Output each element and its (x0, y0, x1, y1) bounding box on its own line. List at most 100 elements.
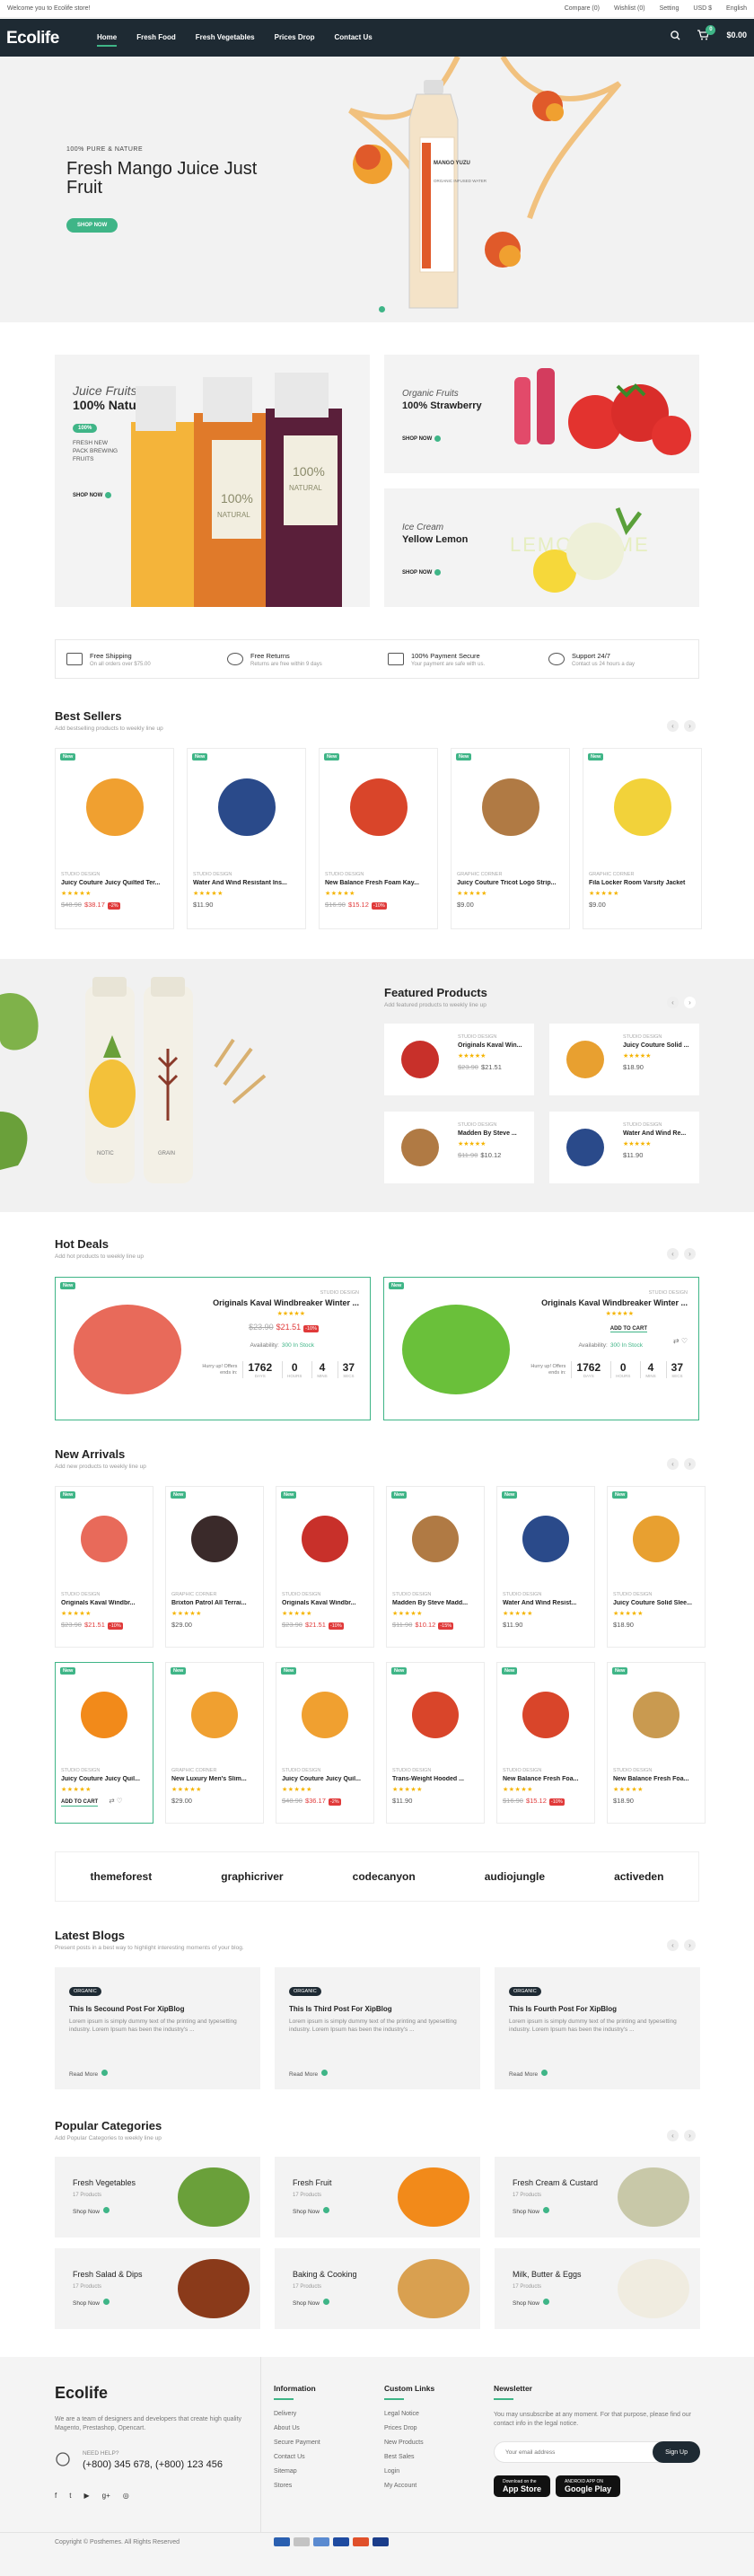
language-dropdown[interactable]: English (726, 5, 747, 12)
product-card[interactable]: New STUDIO DESIGN Trans-Weight Hooded ... ★… (386, 1662, 485, 1824)
slider-dot-active[interactable] (379, 306, 385, 312)
category-card[interactable]: Milk, Butter & Eggs 17 Products Shop Now (495, 2248, 700, 2329)
menu-fresh-food[interactable]: Fresh Food (136, 33, 176, 47)
product-image[interactable] (166, 1503, 263, 1575)
banner-icecream-shop-link[interactable]: SHOP NOW (402, 569, 442, 576)
footer-link[interactable]: Delivery (274, 2411, 320, 2417)
category-card[interactable]: Baking & Cooking 17 Products Shop Now (275, 2248, 480, 2329)
footer-link[interactable]: New Products (384, 2440, 434, 2446)
app-store-button[interactable]: Download on the App Store (494, 2475, 551, 2497)
banner-juice-shop-link[interactable]: SHOP NOW (73, 492, 112, 498)
product-name[interactable]: New Balance Fresh Foa... (503, 1776, 591, 1782)
wishlist-link[interactable]: Wishlist (0) (614, 5, 645, 12)
product-card[interactable]: New STUDIO DESIGN Juicy Couture Juicy Quil… (276, 1662, 374, 1824)
product-name[interactable]: Water And Wind Resistant Ins... (193, 880, 302, 886)
product-card[interactable]: New STUDIO DESIGN New Balance Fresh Foa...… (496, 1662, 595, 1824)
setting-dropdown[interactable]: Setting (660, 5, 679, 12)
product-image[interactable] (387, 1679, 484, 1751)
product-image[interactable] (452, 767, 569, 848)
product-name[interactable]: Juicy Couture Juicy Quilted Ter... (61, 880, 170, 886)
footer-link[interactable]: Best Sales (384, 2454, 434, 2460)
product-image[interactable] (56, 1679, 153, 1751)
product-image[interactable] (608, 1679, 705, 1751)
category-shop-link[interactable]: Shop Now (73, 2299, 110, 2307)
product-card[interactable]: New STUDIO DESIGN Madden By Steve Madd... ★… (386, 1486, 485, 1648)
category-shop-link[interactable]: Shop Now (73, 2207, 110, 2215)
product-image[interactable] (387, 1503, 484, 1575)
menu-home[interactable]: Home (97, 33, 118, 47)
category-shop-link[interactable]: Shop Now (513, 2207, 549, 2215)
twitter-icon[interactable]: t (69, 2492, 71, 2500)
prev-arrow-icon[interactable]: ‹ (667, 2130, 679, 2141)
product-card[interactable]: New STUDIO DESIGN Originals Kaval Windbr..… (276, 1486, 374, 1648)
currency-dropdown[interactable]: USD $ (693, 5, 712, 12)
newsletter-email-input[interactable] (494, 2441, 662, 2463)
compare-icon[interactable]: ⇄ (107, 1797, 116, 1805)
category-name[interactable]: Fresh Fruit (293, 2178, 332, 2187)
footer-link[interactable]: Contact Us (274, 2454, 320, 2460)
blog-tag[interactable]: ORGANIC (509, 1987, 541, 1996)
deal-product-image[interactable] (402, 1305, 510, 1394)
product-name[interactable]: Juicy Couture Juicy Quil... (282, 1776, 370, 1782)
facebook-icon[interactable]: f (55, 2492, 57, 2500)
blog-title[interactable]: This Is Secound Post For XipBlog (69, 2005, 184, 2013)
product-image[interactable] (497, 1503, 594, 1575)
category-name[interactable]: Fresh Salad & Dips (73, 2270, 143, 2279)
product-image[interactable] (188, 767, 305, 848)
featured-product-card[interactable]: STUDIO DESIGN Originals Kaval Win... ★★★★★… (384, 1024, 534, 1095)
product-card[interactable]: New STUDIO DESIGN New Balance Fresh Foam K… (319, 748, 438, 929)
product-image[interactable] (166, 1679, 263, 1751)
product-name[interactable]: Juicy Couture Tricot Logo Strip... (457, 880, 566, 886)
category-name[interactable]: Fresh Cream & Custard (513, 2178, 598, 2187)
blog-title[interactable]: This Is Third Post For XipBlog (289, 2005, 392, 2013)
google-play-button[interactable]: ANDROID APP ON Google Play (556, 2475, 621, 2497)
compare-icon[interactable]: ⇄ ♡ (673, 1337, 688, 1345)
blog-card[interactable]: ORGANIC This Is Fourth Post For XipBlog Lo… (495, 1967, 700, 2089)
product-name[interactable]: Water And Wind Re... (623, 1130, 686, 1137)
category-card[interactable]: Fresh Vegetables 17 Products Shop Now (55, 2157, 260, 2238)
blog-tag[interactable]: ORGANIC (289, 1987, 321, 1996)
product-card[interactable]: New STUDIO DESIGN Juicy Couture Juicy Quil… (55, 748, 174, 929)
deal-product-image[interactable] (74, 1305, 181, 1394)
product-card[interactable]: New GRAPHIC CORNER Brixton Patrol All Terr… (165, 1486, 264, 1648)
footer-link[interactable]: Stores (274, 2483, 320, 2489)
brand-logo-themeforest[interactable]: themeforest (91, 1870, 153, 1883)
menu-prices-drop[interactable]: Prices Drop (275, 33, 315, 47)
next-arrow-icon[interactable]: › (684, 720, 696, 732)
prev-arrow-icon[interactable]: ‹ (667, 1248, 679, 1260)
search-icon[interactable] (671, 30, 681, 40)
product-name[interactable]: Fila Locker Room Varsity Jacket (589, 880, 697, 886)
product-name[interactable]: Trans-Weight Hooded ... (392, 1776, 480, 1782)
footer-link[interactable]: About Us (274, 2425, 320, 2431)
product-card[interactable]: New STUDIO DESIGN Juicy Couture Solid Slee… (607, 1486, 706, 1648)
category-name[interactable]: Fresh Vegetables (73, 2178, 136, 2187)
product-card[interactable]: New GRAPHIC CORNER Juicy Couture Tricot Lo… (451, 748, 570, 929)
blog-card[interactable]: ORGANIC This Is Third Post For XipBlog Lor… (275, 1967, 480, 2089)
hot-deal-card[interactable]: New STUDIO DESIGN Originals Kaval Windbrea… (55, 1277, 371, 1420)
compare-link[interactable]: Compare (0) (565, 5, 600, 12)
footer-link[interactable]: Login (384, 2468, 434, 2475)
product-card[interactable]: New GRAPHIC CORNER Fila Locker Room Varsit… (583, 748, 702, 929)
footer-link[interactable]: Prices Drop (384, 2425, 434, 2431)
google-plus-icon[interactable]: g+ (102, 2492, 110, 2500)
category-card[interactable]: Fresh Salad & Dips 17 Products Shop Now (55, 2248, 260, 2329)
brand-logo-audiojungle[interactable]: audiojungle (485, 1870, 545, 1883)
product-card[interactable]: New STUDIO DESIGN New Balance Fresh Foa...… (607, 1662, 706, 1824)
product-card[interactable]: New GRAPHIC CORNER New Luxury Men's Slim..… (165, 1662, 264, 1824)
product-name[interactable]: Originals Kaval Windbr... (282, 1600, 370, 1606)
footer-link[interactable]: Secure Payment (274, 2440, 320, 2446)
prev-arrow-icon[interactable]: ‹ (667, 720, 679, 732)
product-card[interactable]: New STUDIO DESIGN Originals Kaval Windbr..… (55, 1486, 153, 1648)
product-image[interactable] (56, 767, 173, 848)
product-name[interactable]: Brixton Patrol All Terrai... (171, 1600, 259, 1606)
hot-deal-card[interactable]: New STUDIO DESIGN Originals Kaval Windbrea… (383, 1277, 699, 1420)
add-to-cart-button[interactable]: ADD TO CART (609, 1326, 647, 1332)
blog-card[interactable]: ORGANIC This Is Secound Post For XipBlog L… (55, 1967, 260, 2089)
banner-strawberry[interactable]: Organic Fruits 100% Strawberry SHOP NOW (384, 355, 699, 473)
brand-logo-graphicriver[interactable]: graphicriver (221, 1870, 283, 1883)
prev-arrow-icon[interactable]: ‹ (667, 1458, 679, 1470)
footer-link[interactable]: Legal Notice (384, 2411, 434, 2417)
category-card[interactable]: Fresh Fruit 17 Products Shop Now (275, 2157, 480, 2238)
product-image[interactable] (320, 767, 437, 848)
featured-product-card[interactable]: STUDIO DESIGN Madden By Steve ... ★★★★★ $11… (384, 1112, 534, 1183)
